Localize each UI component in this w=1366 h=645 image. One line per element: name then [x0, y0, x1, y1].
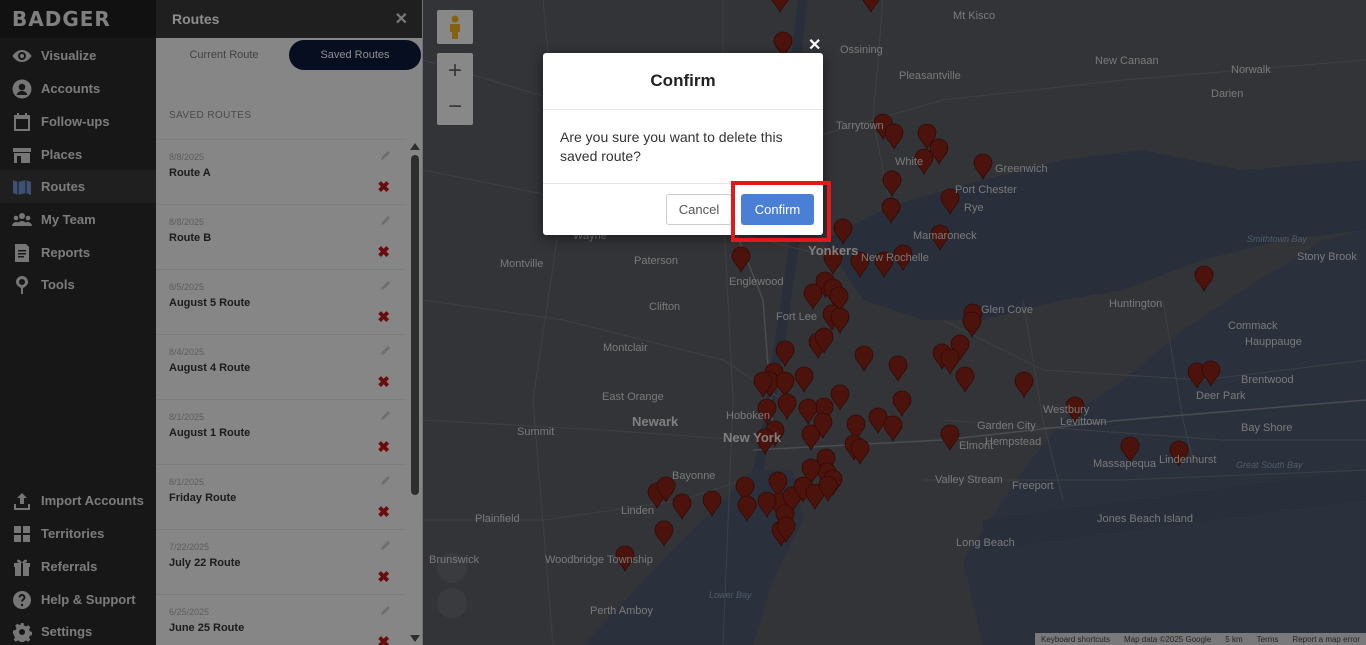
- confirm-button-highlight: [731, 181, 831, 242]
- dialog-title: Confirm: [543, 53, 823, 110]
- cancel-button[interactable]: Cancel: [666, 194, 732, 225]
- dialog-message: Are you sure you want to delete this sav…: [543, 110, 823, 184]
- dialog-close-icon[interactable]: ✕: [808, 35, 821, 55]
